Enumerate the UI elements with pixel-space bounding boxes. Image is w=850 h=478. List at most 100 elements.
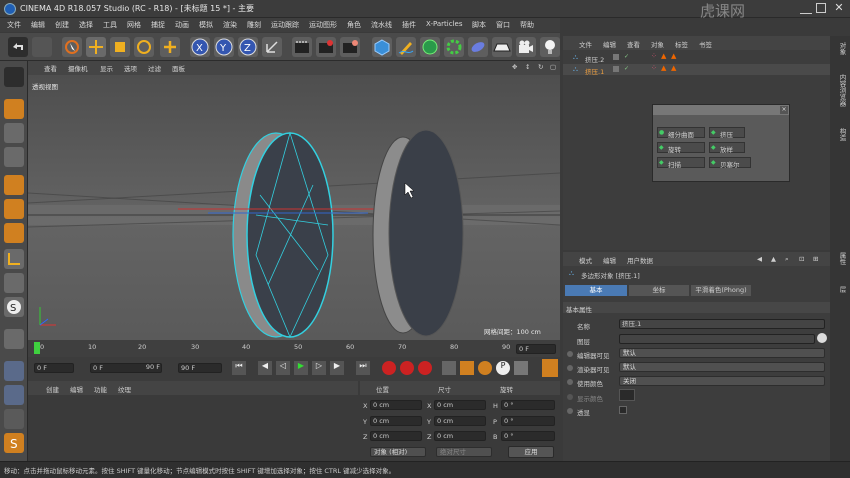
timeline[interactable]: 0 10 20 30 40 50 60 70 80 90 0 F bbox=[28, 340, 560, 357]
light-icon[interactable] bbox=[540, 37, 560, 57]
undo-icon[interactable] bbox=[8, 37, 28, 57]
menu-help[interactable]: 帮助 bbox=[520, 20, 534, 30]
vp-move-icon[interactable]: ✥ bbox=[512, 63, 517, 71]
sweep-button[interactable]: ◆ 扫描 bbox=[657, 157, 705, 169]
tab-coordinates[interactable]: 坐标 bbox=[629, 285, 689, 296]
object-row[interactable]: ⛬ 挤压.2 ✓ ⁘ ▲ ▲ bbox=[563, 52, 830, 64]
animate-dot-icon[interactable] bbox=[567, 351, 573, 357]
render-settings-icon[interactable] bbox=[340, 37, 360, 57]
vp-zoom-icon[interactable]: ↕ bbox=[525, 63, 530, 71]
vp-menu-options[interactable]: 选项 bbox=[124, 63, 137, 73]
menu-character[interactable]: 角色 bbox=[347, 20, 361, 30]
layer-field[interactable] bbox=[619, 334, 815, 344]
menu-sculpt[interactable]: 雕刻 bbox=[247, 20, 261, 30]
bezier-button[interactable]: ◆ 贝塞尔 bbox=[709, 157, 751, 169]
rot-b-field[interactable]: 0 ° bbox=[501, 431, 555, 441]
camera-icon[interactable] bbox=[516, 37, 536, 57]
mat-menu-texture[interactable]: 纹理 bbox=[118, 384, 131, 394]
menu-plugins[interactable]: 插件 bbox=[402, 20, 416, 30]
vp-maximize-icon[interactable]: ▢ bbox=[550, 63, 556, 71]
maximize-button[interactable] bbox=[816, 3, 826, 13]
vp-menu-panel[interactable]: 面板 bbox=[172, 63, 185, 73]
pos-z-field[interactable]: 0 cm bbox=[370, 431, 422, 441]
model-mode-icon[interactable] bbox=[4, 99, 24, 119]
menu-simulate[interactable]: 模拟 bbox=[199, 20, 213, 30]
y-axis-icon[interactable]: Y bbox=[214, 37, 234, 57]
back-icon[interactable]: ◀ bbox=[757, 255, 762, 263]
pos-x-field[interactable]: 0 cm bbox=[370, 400, 422, 410]
menu-pipeline[interactable]: 流水线 bbox=[371, 20, 392, 30]
animate-dot-icon[interactable] bbox=[567, 379, 573, 385]
prev-key-button[interactable]: ◀ bbox=[258, 361, 272, 375]
loft-button[interactable]: ◆ 放样 bbox=[709, 142, 745, 154]
menu-window[interactable]: 窗口 bbox=[496, 20, 510, 30]
attr-menu-edit[interactable]: 编辑 bbox=[603, 255, 616, 265]
tab-content-browser[interactable]: 内容浏览器 bbox=[833, 74, 847, 107]
pen-icon[interactable] bbox=[396, 37, 416, 57]
tab-basic[interactable]: 基本 bbox=[565, 285, 627, 296]
workplane-icon[interactable] bbox=[4, 147, 24, 167]
editor-visible-dropdown[interactable]: 默认 bbox=[619, 348, 825, 358]
use-color-dropdown[interactable]: 关闭 bbox=[619, 376, 825, 386]
next-frame-button[interactable]: ▷ bbox=[312, 361, 326, 375]
menu-edit[interactable]: 编辑 bbox=[31, 20, 45, 30]
rotation-key-icon[interactable] bbox=[478, 361, 492, 375]
redo-icon[interactable] bbox=[32, 37, 52, 57]
menu-script[interactable]: 脚本 bbox=[472, 20, 486, 30]
points-mode-icon[interactable] bbox=[4, 175, 24, 195]
tag-icon[interactable]: ▲ bbox=[671, 52, 676, 60]
tag-icon[interactable]: ⁘ bbox=[651, 52, 657, 60]
tag-icon[interactable]: ⁘ bbox=[651, 64, 657, 72]
vp-menu-view[interactable]: 查看 bbox=[44, 63, 57, 73]
animate-dot-icon[interactable] bbox=[567, 365, 573, 371]
layer-icon[interactable] bbox=[613, 54, 619, 60]
tag-icon[interactable]: ▲ bbox=[671, 64, 676, 72]
obj-menu-file[interactable]: 文件 bbox=[579, 39, 592, 49]
tab-attributes[interactable]: 属性 bbox=[833, 252, 847, 265]
menu-file[interactable]: 文件 bbox=[7, 20, 21, 30]
subdivision-button[interactable]: ● 细分曲面 bbox=[657, 127, 705, 139]
auto-key-button[interactable] bbox=[400, 361, 414, 375]
mat-menu-create[interactable]: 创建 bbox=[46, 384, 59, 394]
edges-mode-icon[interactable] bbox=[4, 199, 24, 219]
move-icon[interactable] bbox=[86, 37, 106, 57]
pla-key-icon[interactable] bbox=[514, 361, 528, 375]
layer-pick-icon[interactable] bbox=[817, 333, 827, 343]
tweak-mode-icon[interactable] bbox=[4, 273, 24, 293]
lock-icon[interactable]: ⊡ bbox=[799, 255, 804, 263]
goto-start-button[interactable]: ⏮ bbox=[232, 361, 246, 375]
search-icon[interactable]: ⌕ bbox=[785, 255, 789, 264]
next-key-button[interactable]: ▶ bbox=[330, 361, 344, 375]
obj-menu-tags[interactable]: 标签 bbox=[675, 39, 688, 49]
check-icon[interactable]: ✓ bbox=[624, 53, 629, 60]
array-icon[interactable] bbox=[444, 37, 464, 57]
floor-icon[interactable] bbox=[492, 37, 512, 57]
size-x-field[interactable]: 0 cm bbox=[434, 400, 486, 410]
attr-menu-mode[interactable]: 模式 bbox=[579, 255, 592, 265]
frame-field[interactable]: 0 F bbox=[34, 363, 74, 373]
axis-mode-icon[interactable] bbox=[4, 249, 24, 269]
obj-menu-bookmarks[interactable]: 书签 bbox=[699, 39, 712, 49]
close-button[interactable]: ✕ bbox=[832, 1, 846, 15]
end-frame-field[interactable]: 90 F bbox=[178, 363, 222, 373]
prev-frame-button[interactable]: ◁ bbox=[276, 361, 290, 375]
tab-objects[interactable]: 对象 bbox=[833, 42, 847, 55]
tab-layers[interactable]: 层 bbox=[833, 286, 847, 293]
coord-mode-dropdown[interactable]: 对象 (相对) bbox=[370, 447, 426, 457]
subdivision-icon[interactable] bbox=[420, 37, 440, 57]
grid-icon[interactable] bbox=[4, 361, 24, 381]
animate-dot-icon[interactable] bbox=[567, 408, 573, 414]
pos-y-field[interactable]: 0 cm bbox=[370, 416, 422, 426]
current-frame-field[interactable]: 0 F bbox=[516, 344, 556, 354]
menu-snap[interactable]: 捕捉 bbox=[151, 20, 165, 30]
popup-close-button[interactable]: × bbox=[780, 106, 788, 114]
scale-icon[interactable] bbox=[110, 37, 130, 57]
object-row[interactable]: ⛬ 挤压.1 ✓ ⁘ ▲ ▲ bbox=[563, 64, 830, 76]
check-icon[interactable]: ✓ bbox=[624, 65, 629, 72]
name-field[interactable]: 挤压.1 bbox=[619, 319, 825, 329]
polygons-mode-icon[interactable] bbox=[4, 223, 24, 243]
texture-mode-icon[interactable] bbox=[4, 123, 24, 143]
sketch-icon[interactable]: S bbox=[4, 433, 24, 453]
obj-menu-view[interactable]: 查看 bbox=[627, 39, 640, 49]
animate-dot-icon[interactable] bbox=[567, 394, 573, 400]
